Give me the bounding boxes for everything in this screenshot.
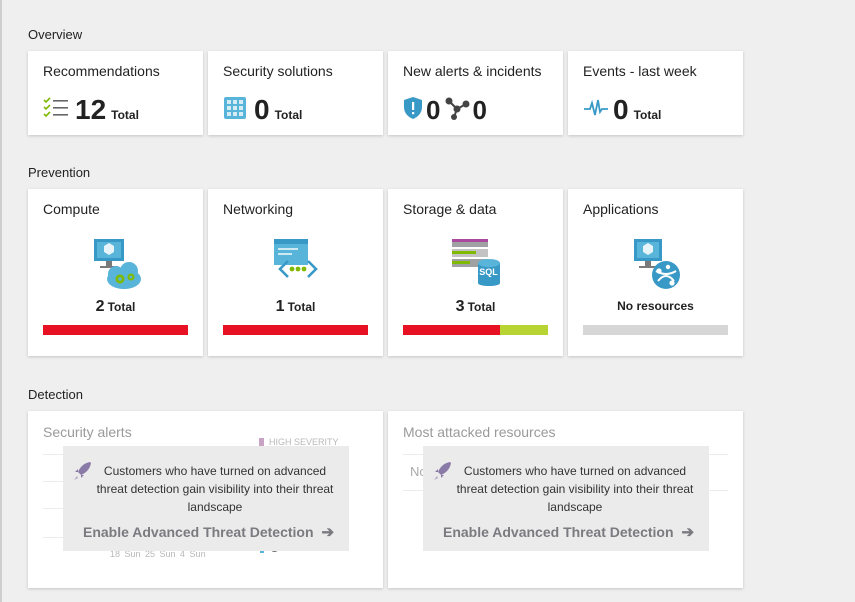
incidents-graph-icon [444,96,470,125]
enable-atd-label: Enable Advanced Threat Detection [443,524,674,540]
total-label: Total [111,108,139,122]
tile-events[interactable]: Events - last week 0 Total [568,51,743,135]
status-bar-segment [223,325,368,335]
compute-count: 2 [95,298,105,315]
solutions-count: 0 [254,94,270,125]
section-title-prevention: Prevention [28,165,91,180]
total-label: Total [287,300,316,314]
enable-atd-link[interactable]: Enable Advanced Threat Detection ➔ [443,523,694,541]
sql-label: SQL [479,267,498,277]
compute-icon [88,237,144,291]
most-attacked-title: Most attacked resources [403,424,556,440]
section-title-detection: Detection [28,387,83,402]
status-bar-segment [403,325,501,335]
status-bar-segment [583,325,728,335]
storage-sql-icon: SQL [448,237,504,291]
section-title-overview: Overview [28,27,83,42]
applications-status: No resources [617,299,694,313]
compute-status-bar [43,325,188,335]
tile-title: Events - last week [583,63,697,79]
tile-security-solutions[interactable]: Security solutions 0 Total [208,51,383,135]
tile-title: Compute [43,201,100,217]
high-severity-swatch [259,438,264,446]
status-bar-segment [43,325,188,335]
checklist-icon [43,96,69,124]
arrow-right-icon: ➔ [681,524,695,541]
status-bar-segment [500,325,548,335]
incidents-count: 0 [472,95,487,125]
arrow-right-icon: ➔ [321,524,335,541]
left-border [0,0,2,602]
total-label: Total [633,108,662,122]
tile-title: Storage & data [403,201,497,217]
tile-title: Security solutions [223,63,333,79]
total-label: Total [107,300,136,314]
total-label: Total [274,108,303,122]
atd-upsell-overlay-attacked: Customers who have turned on advanced th… [423,446,709,551]
tile-title: New alerts & incidents [403,63,542,79]
tile-title: Networking [223,201,294,217]
recommendations-count: 12 [75,94,107,125]
shield-alert-icon [403,96,423,125]
pulse-icon [583,98,609,123]
rocket-icon [74,462,91,480]
storage-count: 3 [455,298,465,315]
atd-upsell-overlay-alerts: Customers who have turned on advanced th… [63,446,349,551]
tile-title: Recommendations [43,63,160,79]
tile-alerts-incidents[interactable]: New alerts & incidents 0 0 [388,51,563,135]
tile-recommendations[interactable]: Recommendations 12 Total [28,51,203,135]
applications-icon [628,237,684,291]
solutions-grid-icon [223,96,247,125]
tile-networking[interactable]: Networking 1 Total [208,189,383,356]
total-label: Total [467,300,496,314]
alerts-count: 0 [426,95,441,125]
security-alerts-title: Security alerts [43,424,132,440]
applications-status-bar [583,325,728,335]
upsell-message: Customers who have turned on advanced th… [96,464,334,514]
events-count: 0 [613,94,629,125]
rocket-icon [434,462,451,480]
tile-compute[interactable]: Compute 2 Total [28,189,203,356]
storage-status-bar [403,325,548,335]
enable-atd-label: Enable Advanced Threat Detection [83,524,314,540]
tile-storage-data[interactable]: Storage & data SQL 3 Total [388,189,563,356]
networking-icon [268,237,324,291]
upsell-message: Customers who have turned on advanced th… [456,464,694,514]
networking-count: 1 [275,298,285,315]
enable-atd-link[interactable]: Enable Advanced Threat Detection ➔ [83,523,334,541]
tile-applications[interactable]: Applications No resources [568,189,743,356]
networking-status-bar [223,325,368,335]
tile-title: Applications [583,201,659,217]
